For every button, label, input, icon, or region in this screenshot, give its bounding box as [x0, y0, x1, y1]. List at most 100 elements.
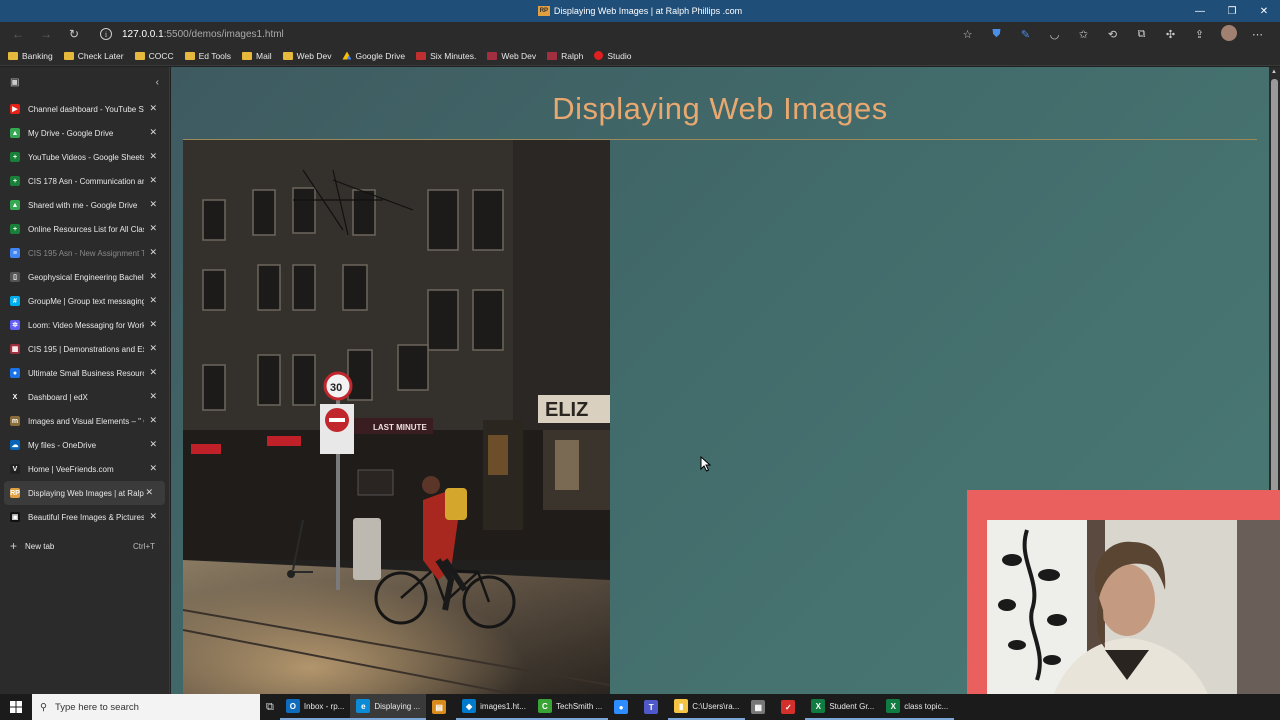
site-favicon-icon: RP: [537, 6, 550, 16]
tab-item[interactable]: ☁ My files - OneDrive ✕: [0, 433, 169, 457]
tab-item[interactable]: # GroupMe | Group text messaging ✕: [0, 289, 169, 313]
new-tab-button[interactable]: + New tab Ctrl+T: [0, 529, 169, 563]
tab-actions-icon[interactable]: ▣: [10, 77, 19, 88]
taskbar-app-icon: ▦: [751, 700, 766, 714]
bookmark-3[interactable]: Ed Tools: [184, 51, 231, 61]
close-tab-icon[interactable]: ✕: [149, 127, 157, 138]
back-button[interactable]: ←: [4, 22, 32, 46]
tab-item[interactable]: ▦ CIS 195 | Demonstrations and Ex ✕: [0, 337, 169, 361]
minimize-button[interactable]: —: [1184, 0, 1216, 22]
start-button[interactable]: [0, 694, 32, 720]
close-tab-icon[interactable]: ✕: [149, 415, 157, 426]
bookmark-5[interactable]: Web Dev: [282, 51, 331, 61]
taskbar-app-0[interactable]: O Inbox - rp...: [279, 694, 351, 720]
task-view-button[interactable]: ⧉: [260, 694, 280, 720]
tab-item[interactable]: + CIS 178 Asn - Communication an ✕: [0, 169, 169, 193]
close-tab-icon[interactable]: ✕: [149, 223, 157, 234]
taskbar-app-icon: e: [356, 699, 371, 713]
windows-logo-icon: [10, 701, 22, 713]
more-menu-icon[interactable]: ⋯: [1243, 28, 1272, 41]
collapse-panel-icon[interactable]: ‹: [156, 77, 159, 88]
tab-item[interactable]: ▶ Channel dashboard - YouTube St ✕: [0, 97, 169, 121]
taskbar-search[interactable]: ⚲ Type here to search: [32, 694, 260, 720]
collections-icon[interactable]: ⧉: [1127, 28, 1156, 41]
forward-button[interactable]: →: [32, 22, 60, 46]
taskbar-app-9[interactable]: ✓: [775, 694, 805, 720]
close-window-button[interactable]: ✕: [1248, 0, 1280, 22]
bookmark-4[interactable]: Mail: [242, 51, 272, 61]
bookmark-9[interactable]: Ralph: [547, 51, 583, 61]
pen-extension-icon[interactable]: ✎: [1011, 28, 1040, 41]
tab-item[interactable]: m Images and Visual Elements – " C ✕: [0, 409, 169, 433]
tab-title: Shared with me - Google Drive: [28, 200, 138, 210]
taskbar-app-6[interactable]: T: [638, 694, 668, 720]
folder-icon: [242, 51, 253, 60]
bitwarden-extension-icon[interactable]: ⛊: [982, 28, 1011, 41]
close-tab-icon[interactable]: ✕: [149, 175, 157, 186]
extensions-icon[interactable]: ✣: [1156, 28, 1185, 41]
bookmark-7[interactable]: Six Minutes.: [416, 51, 476, 61]
tab-item[interactable]: ✲ Loom: Video Messaging for Work ✕: [0, 313, 169, 337]
tab-item[interactable]: V Home | VeeFriends.com ✕: [0, 457, 169, 481]
refresh-button[interactable]: ↻: [60, 22, 88, 46]
address-bar[interactable]: i 127.0.0.1:5500/demos/images1.html: [100, 22, 970, 46]
tab-item[interactable]: RP Displaying Web Images | at Ralph ✕: [4, 481, 165, 505]
tab-item[interactable]: ▲ My Drive - Google Drive ✕: [0, 121, 169, 145]
close-tab-icon[interactable]: ✕: [149, 439, 157, 450]
close-tab-icon[interactable]: ✕: [145, 487, 153, 498]
bookmark-8[interactable]: Web Dev: [487, 51, 536, 61]
taskbar-app-label: Student Gr...: [829, 701, 875, 711]
taskbar-app-icon: ▤: [432, 700, 447, 714]
taskbar-app-10[interactable]: X Student Gr...: [805, 694, 881, 720]
tab-item[interactable]: ▣ Beautiful Free Images & Pictures ✕: [0, 505, 169, 529]
taskbar-app-1[interactable]: e Displaying ...: [350, 694, 427, 720]
taskbar-app-4[interactable]: C TechSmith ...: [531, 694, 609, 720]
tab-item[interactable]: ≡ CIS 195 Asn - New Assignment T ✕: [0, 241, 169, 265]
site-info-icon[interactable]: i: [100, 28, 112, 40]
taskbar-app-5[interactable]: ●: [608, 694, 638, 720]
close-tab-icon[interactable]: ✕: [149, 247, 157, 258]
pocket-extension-icon[interactable]: ◡: [1040, 28, 1069, 41]
new-tab-shortcut: Ctrl+T: [133, 541, 155, 551]
taskbar-app-label: Inbox - rp...: [303, 701, 345, 711]
tab-list: ▶ Channel dashboard - YouTube St ✕ ▲ My Driv…: [0, 97, 169, 529]
profile-avatar[interactable]: [1214, 24, 1243, 44]
bookmark-10[interactable]: Studio: [594, 51, 632, 61]
bookmark-6[interactable]: Google Drive: [342, 51, 405, 61]
close-tab-icon[interactable]: ✕: [149, 151, 157, 162]
close-tab-icon[interactable]: ✕: [149, 391, 157, 402]
tab-item[interactable]: + YouTube Videos - Google Sheets ✕: [0, 145, 169, 169]
close-tab-icon[interactable]: ✕: [149, 463, 157, 474]
taskbar-app-8[interactable]: ▦: [745, 694, 775, 720]
restore-button[interactable]: ❐: [1216, 0, 1248, 22]
favorites-icon[interactable]: ✩: [1069, 28, 1098, 41]
taskbar-app-11[interactable]: Xclass topic...: [880, 694, 955, 720]
close-tab-icon[interactable]: ✕: [149, 511, 157, 522]
close-tab-icon[interactable]: ✕: [149, 103, 157, 114]
folder-icon: [134, 51, 145, 60]
close-tab-icon[interactable]: ✕: [149, 295, 157, 306]
tab-title: Ultimate Small Business Resourc: [28, 368, 144, 378]
history-icon[interactable]: ⟲: [1098, 28, 1127, 41]
taskbar-app-2[interactable]: ▤: [426, 694, 456, 720]
taskbar-app-3[interactable]: ◆ images1.ht...: [456, 694, 532, 720]
close-tab-icon[interactable]: ✕: [149, 319, 157, 330]
taskbar-app-7[interactable]: ▮ C:\Users\ra...: [668, 694, 746, 720]
tab-item[interactable]: X Dashboard | edX ✕: [0, 385, 169, 409]
scroll-up-icon[interactable]: ▲: [1271, 69, 1277, 75]
close-tab-icon[interactable]: ✕: [149, 271, 157, 282]
tab-item[interactable]: ● Ultimate Small Business Resourc ✕: [0, 361, 169, 385]
taskbar-search-placeholder: Type here to search: [54, 701, 139, 713]
tab-item[interactable]: ▯ Geophysical Engineering Bachelo ✕: [0, 265, 169, 289]
bookmark-0[interactable]: Banking: [8, 51, 53, 61]
tab-item[interactable]: ▲ Shared with me - Google Drive ✕: [0, 193, 169, 217]
tab-item[interactable]: + Online Resources List for All Clas ✕: [0, 217, 169, 241]
bookmark-2[interactable]: COCC: [134, 51, 174, 61]
favorite-star-icon[interactable]: ☆: [953, 28, 982, 41]
bookmark-1[interactable]: Check Later: [63, 51, 124, 61]
taskbar-app-icon: ▮: [674, 699, 689, 713]
share-icon[interactable]: ⇪: [1185, 28, 1214, 41]
close-tab-icon[interactable]: ✕: [149, 199, 157, 210]
close-tab-icon[interactable]: ✕: [149, 343, 157, 354]
close-tab-icon[interactable]: ✕: [149, 367, 157, 378]
